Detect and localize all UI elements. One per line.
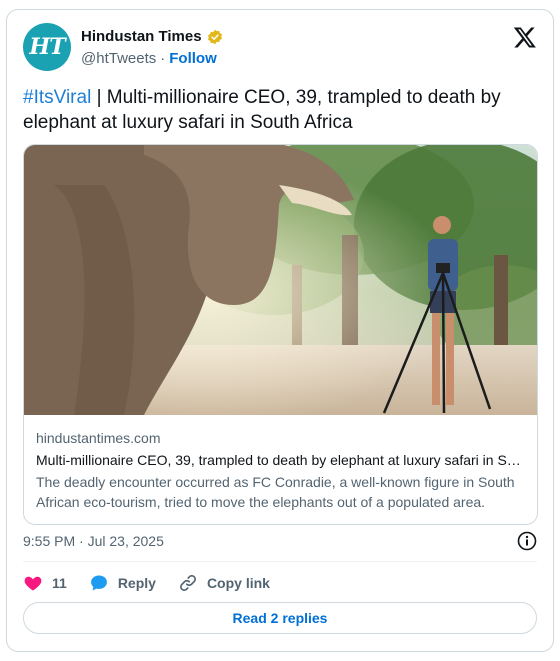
tweet-text: #ItsViral | Multi-millionaire CEO, 39, t… xyxy=(23,85,533,135)
author-display-name[interactable]: Hindustan Times xyxy=(81,28,202,45)
avatar-logo-text: HT xyxy=(29,34,65,60)
action-bar: 11 Reply Copy link xyxy=(23,572,292,594)
follow-button[interactable]: Follow xyxy=(169,50,217,67)
reply-bubble-icon xyxy=(90,575,107,591)
avatar[interactable]: HT xyxy=(23,23,71,71)
verified-badge-icon xyxy=(207,29,222,44)
link-preview-meta: hindustantimes.com Multi-millionaire CEO… xyxy=(36,429,528,512)
tweet-timestamp[interactable]: 9:55 PM · Jul 23, 2025 xyxy=(23,533,164,549)
tweet-body: | Multi-millionaire CEO, 39, trampled to… xyxy=(23,87,501,133)
reply-label: Reply xyxy=(117,575,156,591)
copy-link-button[interactable]: Copy link xyxy=(178,573,270,593)
divider xyxy=(23,561,537,562)
link-title[interactable]: Multi-millionaire CEO, 39, trampled to d… xyxy=(36,450,528,470)
info-icon[interactable] xyxy=(517,531,537,551)
link-domain: hindustantimes.com xyxy=(36,430,161,446)
copy-link-label: Copy link xyxy=(206,575,270,591)
author-handle-row: @htTweets · Follow xyxy=(81,50,217,67)
author-name-row: Hindustan Times xyxy=(81,28,223,45)
link-preview-image[interactable] xyxy=(24,145,538,415)
link-preview-card[interactable]: hindustantimes.com Multi-millionaire CEO… xyxy=(23,144,538,525)
read-replies-button[interactable]: Read 2 replies xyxy=(23,602,537,634)
x-logo-icon[interactable] xyxy=(513,25,537,49)
link-icon xyxy=(179,575,196,591)
reply-button[interactable]: Reply xyxy=(89,573,156,593)
like-count: 11 xyxy=(52,575,67,591)
like-button[interactable]: 11 xyxy=(23,573,67,593)
heart-icon xyxy=(24,576,42,591)
link-description: The deadly encounter occurred as FC Conr… xyxy=(36,474,515,510)
author-handle[interactable]: @htTweets xyxy=(81,50,156,67)
embedded-tweet-card: HT Hindustan Times @htTweets · Follow #I… xyxy=(6,9,554,652)
hashtag-link[interactable]: #ItsViral xyxy=(23,87,91,108)
separator-dot: · xyxy=(160,50,166,67)
